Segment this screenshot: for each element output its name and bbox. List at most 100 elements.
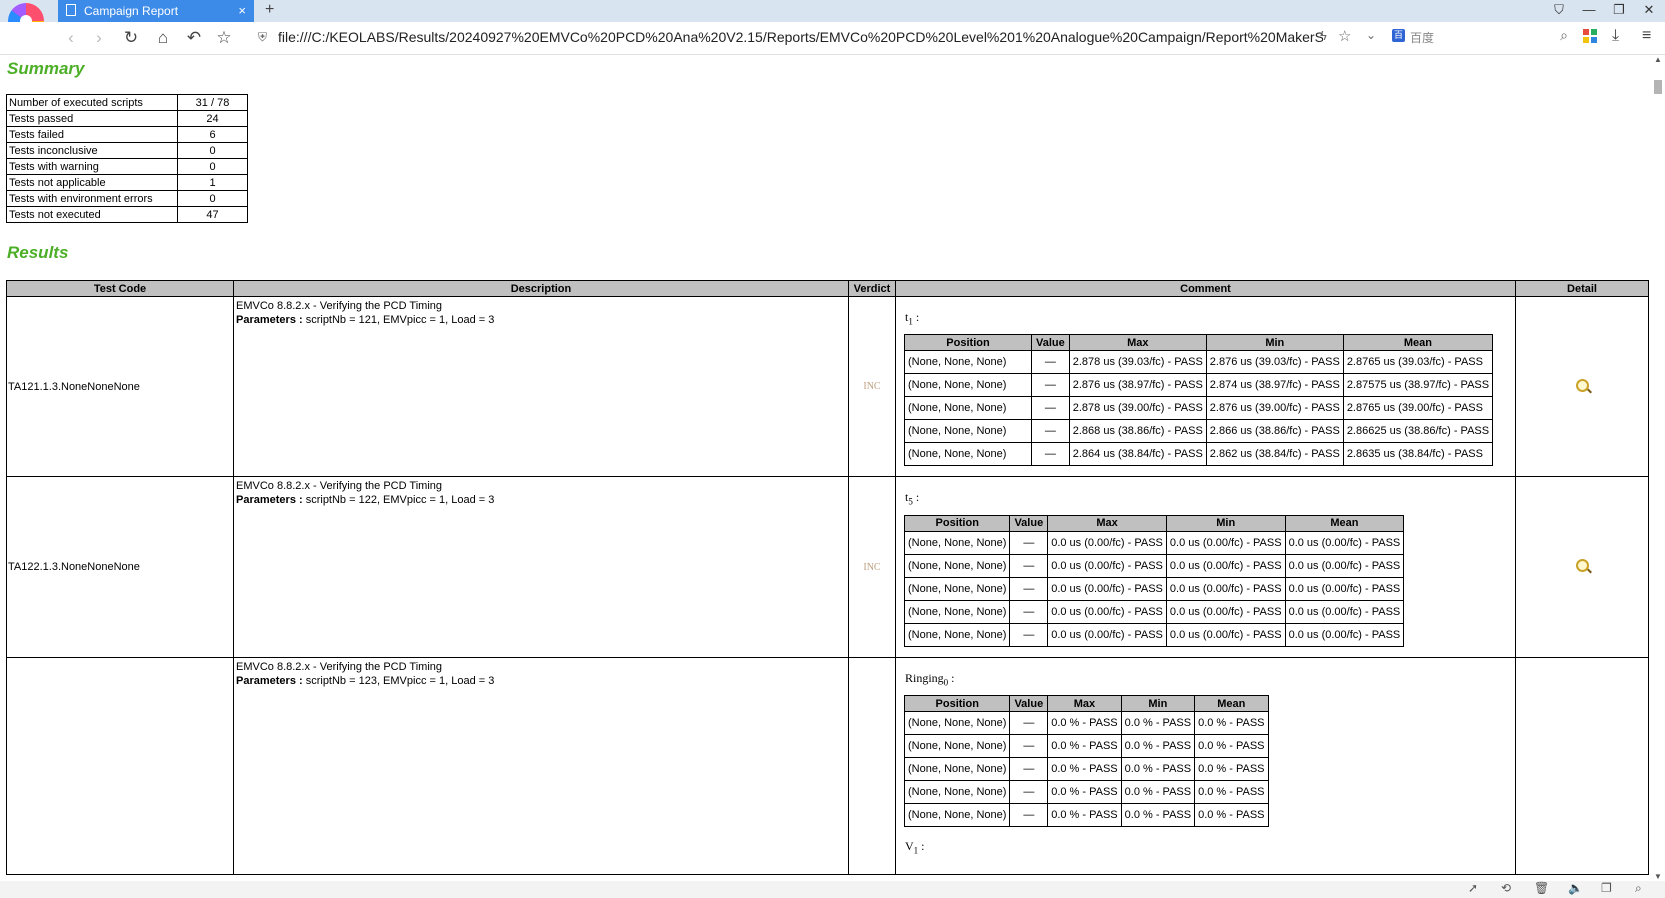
parameters-value: scriptNb = 121, EMVpicc = 1, Load = 3 xyxy=(302,314,495,326)
verdict: INC xyxy=(848,295,896,478)
stat-min: 0.0 us (0.00/fc) - PASS xyxy=(1165,576,1286,601)
header-comment: Comment xyxy=(895,280,1516,297)
magnifier-icon[interactable] xyxy=(1575,378,1592,394)
menu-icon[interactable]: ≡ xyxy=(1642,27,1651,45)
summary-value: 47 xyxy=(177,206,248,223)
stat-value: — xyxy=(1031,350,1070,375)
forward-icon[interactable]: › xyxy=(88,28,110,48)
tab-bar: Campaign Report × + ⛉ — ❐ ✕ xyxy=(0,0,1665,22)
tab-title: Campaign Report xyxy=(84,4,179,18)
stat-mean: 0.0 us (0.00/fc) - PASS xyxy=(1284,599,1405,624)
summary-label: Tests passed xyxy=(6,110,178,127)
search-icon[interactable]: ⌕ xyxy=(1560,27,1568,44)
description-text: EMVCo 8.8.2.x - Verifying the PCD Timing xyxy=(236,300,443,312)
description-text: EMVCo 8.8.2.x - Verifying the PCD Timing xyxy=(236,660,443,673)
magnifier-icon[interactable] xyxy=(1575,559,1592,574)
stat-position: (None, None, None) xyxy=(903,553,1011,578)
download-icon[interactable]: ⤓ xyxy=(1612,27,1619,45)
trash-icon[interactable]: 🗑 xyxy=(1534,881,1549,895)
stat-position: (None, None, None) xyxy=(903,711,1011,736)
stat-row: (None, None, None) —0.0 us (0.00/fc) - PA… xyxy=(903,599,1405,624)
document-icon xyxy=(66,4,76,16)
stat-mean: 2.87575 us (38.97/fc) - PASS xyxy=(1342,373,1494,398)
detail-cell xyxy=(1515,476,1649,658)
favorites-icon[interactable]: ☆ xyxy=(213,28,235,48)
baidu-icon: 百 xyxy=(1392,29,1405,42)
scroll-thumb[interactable] xyxy=(1654,80,1662,94)
stat-value: — xyxy=(1031,419,1070,444)
stat-min: 0.0 % - PASS xyxy=(1120,803,1196,828)
history-icon[interactable]: ⟲ xyxy=(1501,881,1511,895)
measure-label: t1 : xyxy=(905,310,920,327)
stat-value: — xyxy=(1009,711,1049,736)
stat-position: (None, None, None) xyxy=(903,530,1011,555)
stat-min: 2.862 us (38.84/fc) - PASS xyxy=(1205,442,1344,467)
search-engine-label: 百度 xyxy=(1410,31,1435,45)
skin-icon[interactable]: ⛉ xyxy=(1546,0,1572,22)
zoom-icon[interactable]: ⌕ xyxy=(1635,881,1642,896)
stat-row: (None, None, None) —2.878 us (39.03/fc) -… xyxy=(904,350,1494,375)
scroll-down-icon[interactable]: ▼ xyxy=(1654,872,1662,881)
stat-row: (None, None, None) —0.0 us (0.00/fc) - PA… xyxy=(903,622,1405,647)
stat-mean: 0.0 % - PASS xyxy=(1194,711,1269,736)
restore-icon[interactable]: ❐ xyxy=(1606,0,1632,22)
new-tab-button[interactable]: + xyxy=(265,0,274,20)
stat-mean: 0.0 % - PASS xyxy=(1194,803,1269,828)
lightning-icon[interactable]: ϟ xyxy=(1320,28,1327,43)
stat-row: (None, None, None) — 0.0 % - PASS 0.0 % - P… xyxy=(903,711,1269,736)
stat-position: (None, None, None) xyxy=(903,599,1011,624)
reload-icon[interactable]: ↻ xyxy=(120,28,142,48)
stat-min: 0.0 % - PASS xyxy=(1120,711,1196,736)
speaker-icon[interactable]: 🔈 xyxy=(1568,881,1583,895)
back-icon[interactable]: ‹ xyxy=(60,28,82,48)
stat-position: (None, None, None) xyxy=(903,780,1011,805)
stat-position: (None, None, None) xyxy=(904,350,1032,375)
stat-min: 0.0 % - PASS xyxy=(1120,734,1196,759)
stat-mean: 0.0 us (0.00/fc) - PASS xyxy=(1284,553,1405,578)
stat-row: (None, None, None) —0.0 % - PASS 0.0 % - P… xyxy=(903,757,1269,782)
stat-row: (None, None, None) —0.0 us (0.00/fc) - PA… xyxy=(903,576,1405,601)
stat-position: (None, None, None) xyxy=(903,622,1011,647)
tab-close-icon[interactable]: × xyxy=(238,0,246,22)
stat-max: 0.0 us (0.00/fc) - PASS xyxy=(1047,622,1167,647)
rocket-icon[interactable]: ➚ xyxy=(1468,881,1478,895)
stat-min: 0.0 us (0.00/fc) - PASS xyxy=(1165,622,1286,647)
sub-header-max: Max xyxy=(1047,695,1122,713)
result-row: EMVCo 8.8.2.x - Verifying the PCD Timing… xyxy=(6,656,1649,875)
stat-max: 0.0 % - PASS xyxy=(1047,803,1122,828)
stats-table: Position Value Max Min Mean (None, None, None… xyxy=(903,695,1269,828)
search-box[interactable]: 百 百度 ⌕ xyxy=(1388,27,1568,49)
parameters-label: Parameters : xyxy=(236,674,303,687)
summary-label: Tests failed xyxy=(6,126,178,143)
stat-min: 0.0 % - PASS xyxy=(1120,757,1196,782)
address-url[interactable]: file:///C:/KEOLABS/Results/20240927%20EM… xyxy=(278,29,1323,45)
chevron-down-icon[interactable]: ⌄ xyxy=(1366,28,1376,42)
stat-max: 2.878 us (39.03/fc) - PASS xyxy=(1068,350,1207,375)
summary-row: Tests failed 6 xyxy=(6,126,248,143)
stat-value: — xyxy=(1009,576,1049,601)
stat-mean: 2.8635 us (38.84/fc) - PASS xyxy=(1342,442,1494,467)
vertical-scrollbar[interactable]: ▲ ▼ xyxy=(1650,55,1665,881)
stat-max: 0.0 % - PASS xyxy=(1047,757,1122,782)
stat-value: — xyxy=(1009,757,1049,782)
undo-close-icon[interactable]: ↶ xyxy=(183,28,205,48)
stat-row: (None, None, None) —2.868 us (38.86/fc) -… xyxy=(904,419,1494,444)
scroll-up-icon[interactable]: ▲ xyxy=(1654,55,1662,64)
stat-min: 0.0 us (0.00/fc) - PASS xyxy=(1165,530,1286,555)
comment: t1 : Position Value Max Min Mean (None, None, … xyxy=(895,295,1516,478)
summary-table: Number of executed scripts 31 / 78 Tests p… xyxy=(6,94,248,223)
minimize-icon[interactable]: — xyxy=(1576,0,1602,22)
address-bar[interactable]: ⛨ file:///C:/KEOLABS/Results/20240927%20… xyxy=(256,26,1376,50)
summary-label: Number of executed scripts xyxy=(6,94,178,111)
parameters-line: Parameters : scriptNb = 121, EMVpicc = 1… xyxy=(236,313,846,327)
bookmark-star-icon[interactable]: ☆ xyxy=(1338,27,1351,45)
close-window-icon[interactable]: ✕ xyxy=(1636,0,1662,22)
window-icon[interactable]: ❐ xyxy=(1601,881,1612,895)
apps-icon[interactable] xyxy=(1583,29,1597,43)
parameters-value: scriptNb = 123, EMVpicc = 1, Load = 3 xyxy=(302,674,495,687)
stat-mean: 0.0 % - PASS xyxy=(1194,757,1269,782)
tab-campaign-report[interactable]: Campaign Report × xyxy=(58,0,254,22)
test-description: EMVCo 8.8.2.x - Verifying the PCD Timing… xyxy=(233,476,849,658)
stat-row: (None, None, None) —0.0 us (0.00/fc) - PA… xyxy=(903,530,1405,555)
home-icon[interactable]: ⌂ xyxy=(152,28,174,48)
